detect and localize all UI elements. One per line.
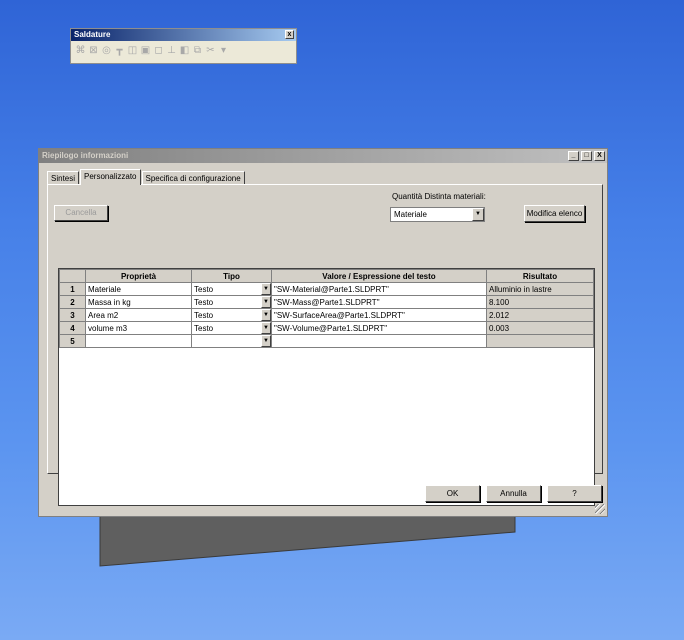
header-result[interactable]: Risultato (486, 269, 594, 283)
value-cell[interactable] (271, 334, 487, 348)
header-value[interactable]: Valore / Espressione del testo (271, 269, 487, 283)
type-value: Testo (194, 284, 214, 294)
row-number[interactable]: 2 (59, 295, 86, 309)
close-button[interactable]: X (594, 151, 605, 161)
chevron-down-icon[interactable]: ▼ (261, 296, 271, 308)
bom-quantity-label: Quantità Distinta materiali: (392, 192, 486, 201)
fillet-icon[interactable]: ▣ (140, 44, 151, 57)
properties-grid: Proprietà Tipo Valore / Espressione del … (58, 268, 595, 506)
property-cell[interactable]: Materiale (85, 282, 192, 296)
cap-icon[interactable]: ◧ (179, 44, 190, 57)
edit-list-button[interactable]: Modifica elenco (524, 205, 585, 222)
toolbar-title: Saldature x (71, 29, 296, 41)
structure-icon[interactable]: ⊠ (88, 44, 99, 57)
dialog-titlebar[interactable]: Riepilogo informazioni _ □ X (39, 149, 607, 163)
header-property[interactable]: Proprietà (85, 269, 192, 283)
table-row: 2 Massa in kg Testo ▼ "SW-Mass@Parte1.SLDPRT… (59, 295, 594, 309)
extrude-icon[interactable]: ⧉ (192, 44, 203, 57)
gusset-icon[interactable]: ┳ (114, 44, 125, 57)
options-icon[interactable]: ▾ (218, 44, 229, 57)
value-cell[interactable]: "SW-Volume@Parte1.SLDPRT" (271, 321, 487, 335)
row-number[interactable]: 3 (59, 308, 86, 322)
delete-button[interactable]: Cancella (54, 205, 108, 221)
bom-quantity-value: Materiale (394, 210, 427, 219)
type-value: Testo (194, 323, 214, 333)
table-row: 4 volume m3 Testo ▼ "SW-Volume@Parte1.SLDPRT… (59, 321, 594, 335)
bom-quantity-select[interactable]: Materiale ▼ (390, 207, 485, 222)
value-cell[interactable]: "SW-Mass@Parte1.SLDPRT" (271, 295, 487, 309)
cutlist-icon[interactable]: ◻ (153, 44, 164, 57)
minimize-button[interactable]: _ (568, 151, 579, 161)
table-header-row: Proprietà Tipo Valore / Espressione del … (59, 269, 594, 283)
tab-specifica-configurazione[interactable]: Specifica di configurazione (141, 171, 245, 185)
header-type[interactable]: Tipo (191, 269, 272, 283)
properties-table: Proprietà Tipo Valore / Espressione del … (59, 269, 594, 348)
chevron-down-icon[interactable]: ▼ (261, 309, 271, 321)
chevron-down-icon[interactable]: ▼ (261, 322, 271, 334)
row-number[interactable]: 1 (59, 282, 86, 296)
property-cell[interactable]: Area m2 (85, 308, 192, 322)
tab-panel: Cancella Quantità Distinta materiali: Ma… (47, 184, 603, 506)
chevron-down-icon[interactable]: ▼ (261, 283, 271, 295)
result-cell: 8.100 (486, 295, 594, 309)
tab-strip: Sintesi Personalizzato Specifica di conf… (47, 169, 246, 185)
weldments-toolbar: Saldature x ⌘ ⊠ ◎ ┳ ◫ ▣ ◻ ⊥ ◧ ⧉ ✂ ▾ (70, 28, 297, 64)
tab-personalizzato[interactable]: Personalizzato (80, 169, 141, 185)
type-value: Testo (194, 310, 214, 320)
table-row: 1 Materiale Testo ▼ "SW-Material@Parte1.SLDP… (59, 282, 594, 296)
type-cell[interactable]: ▼ (191, 334, 272, 348)
table-row: 5 ▼ (59, 334, 594, 348)
type-cell[interactable]: Testo ▼ (191, 321, 272, 335)
cut-icon[interactable]: ✂ (205, 44, 216, 57)
endcap-icon[interactable]: ◫ (127, 44, 138, 57)
corner-cell (59, 269, 86, 283)
cancel-button[interactable]: Annulla (486, 485, 541, 502)
property-cell[interactable] (85, 334, 192, 348)
result-cell: 2.012 (486, 308, 594, 322)
result-cell: Alluminio in lastre (486, 282, 594, 296)
dialog-title: Riepilogo informazioni (42, 151, 129, 160)
toolbar-close-button[interactable]: x (285, 30, 294, 39)
property-cell[interactable]: volume m3 (85, 321, 192, 335)
plate-icon[interactable]: ⊥ (166, 44, 177, 57)
result-cell (486, 334, 594, 348)
help-button[interactable]: ? (547, 485, 602, 502)
toolbar-icons: ⌘ ⊠ ◎ ┳ ◫ ▣ ◻ ⊥ ◧ ⧉ ✂ ▾ (71, 41, 296, 60)
maximize-button[interactable]: □ (581, 151, 592, 161)
tab-sintesi[interactable]: Sintesi (47, 171, 80, 185)
property-cell[interactable]: Massa in kg (85, 295, 192, 309)
ok-button[interactable]: OK (425, 485, 480, 502)
type-cell[interactable]: Testo ▼ (191, 308, 272, 322)
result-cell: 0.003 (486, 321, 594, 335)
value-cell[interactable]: "SW-SurfaceArea@Parte1.SLDPRT" (271, 308, 487, 322)
type-value: Testo (194, 297, 214, 307)
resize-grip[interactable] (595, 504, 605, 514)
chevron-down-icon[interactable]: ▼ (261, 335, 271, 347)
row-number[interactable]: 4 (59, 321, 86, 335)
type-cell[interactable]: Testo ▼ (191, 282, 272, 296)
table-row: 3 Area m2 Testo ▼ "SW-SurfaceArea@Parte1.SLD… (59, 308, 594, 322)
chevron-down-icon[interactable]: ▼ (472, 208, 484, 221)
weld-icon[interactable]: ⌘ (75, 44, 86, 57)
row-number[interactable]: 5 (59, 334, 86, 348)
summary-info-dialog: Riepilogo informazioni _ □ X Sintesi Per… (38, 148, 608, 517)
trim-icon[interactable]: ◎ (101, 44, 112, 57)
value-cell[interactable]: "SW-Material@Parte1.SLDPRT" (271, 282, 487, 296)
type-cell[interactable]: Testo ▼ (191, 295, 272, 309)
